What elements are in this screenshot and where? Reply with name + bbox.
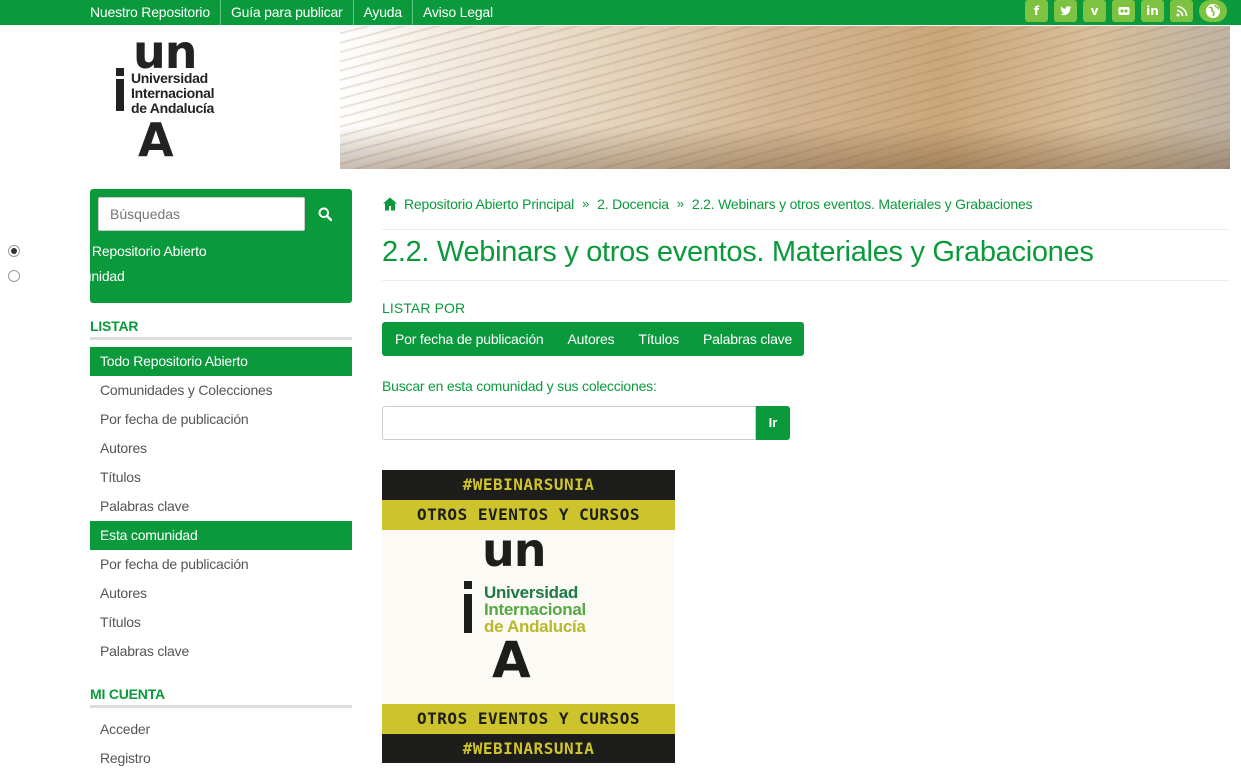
logo-line-1: Universidad bbox=[131, 70, 208, 86]
logo-line-2: Internacional bbox=[131, 85, 215, 101]
poster-band-hashtag-top: #WEBINARSUNIA bbox=[382, 470, 675, 500]
breadcrumb-separator: » bbox=[676, 196, 684, 211]
sidebar-item-esta-comunidad[interactable]: Esta comunidad bbox=[90, 521, 352, 550]
unia-logo[interactable]: un Universidad Internacional de Andalucí… bbox=[115, 25, 245, 167]
breadcrumb-item-current: 2.2. Webinars y otros eventos. Materiale… bbox=[691, 196, 1033, 212]
browse-button-group: Por fecha de publicación Autores Títulos… bbox=[382, 322, 805, 356]
breadcrumb-item-docencia[interactable]: 2. Docencia bbox=[597, 196, 669, 212]
logo-letter-a: A bbox=[138, 113, 174, 167]
logo-i-bar bbox=[116, 79, 124, 111]
poster-logo-i-dot bbox=[464, 581, 472, 589]
scope-radio-repositorio[interactable]: Buscar en Repositorio Abierto bbox=[8, 243, 207, 259]
browse-by-title-button[interactable]: Títulos bbox=[626, 322, 691, 356]
poster-band-eventos-bottom: OTROS EVENTOS Y CURSOS bbox=[382, 704, 675, 734]
scope-radio-label: Buscar en Repositorio Abierto bbox=[27, 243, 207, 259]
sidebar-item-registro[interactable]: Registro bbox=[90, 744, 352, 773]
sidebar-item-palabras-clave[interactable]: Palabras clave bbox=[90, 492, 352, 521]
scope-radio-comunidad[interactable]: Esta comunidad bbox=[8, 268, 125, 284]
scope-radio-label: Esta comunidad bbox=[27, 268, 125, 284]
sidebar-item-comunidad-autores[interactable]: Autores bbox=[90, 579, 352, 608]
search-button[interactable] bbox=[308, 197, 342, 231]
listar-por-label: LISTAR POR bbox=[382, 300, 466, 316]
poster-logo-letter-a: A bbox=[492, 631, 531, 689]
radio-button-selected[interactable] bbox=[8, 245, 20, 257]
breadcrumb-separator: » bbox=[582, 196, 590, 211]
sidebar-search-input[interactable] bbox=[98, 197, 305, 231]
browse-by-author-button[interactable]: Autores bbox=[556, 322, 627, 356]
poster-band-hashtag-bottom: #WEBINARSUNIA bbox=[382, 734, 675, 763]
poster-unia-logo: un Universidad Internacional de Andalucí… bbox=[462, 523, 662, 693]
top-nav: Nuestro Repositorio Guía para publicar A… bbox=[80, 0, 503, 25]
community-search-input[interactable] bbox=[382, 406, 756, 440]
sidebar-item-comunidad-palabras[interactable]: Palabras clave bbox=[90, 637, 352, 666]
home-icon[interactable] bbox=[382, 196, 398, 212]
sidebar-item-autores[interactable]: Autores bbox=[90, 434, 352, 463]
nav-aviso-legal[interactable]: Aviso Legal bbox=[413, 0, 503, 25]
community-search-label: Buscar en esta comunidad y sus coleccion… bbox=[382, 378, 657, 394]
top-nav-bar: Nuestro Repositorio Guía para publicar A… bbox=[0, 0, 1241, 25]
header-banner bbox=[90, 26, 1230, 169]
twitter-icon[interactable] bbox=[1054, 0, 1077, 22]
poster-logo-i-bar bbox=[464, 594, 472, 633]
rss-icon[interactable] bbox=[1170, 0, 1193, 22]
banner-shadow bbox=[340, 126, 1230, 169]
flickr-icon[interactable] bbox=[1112, 0, 1135, 22]
nav-ayuda[interactable]: Ayuda bbox=[354, 0, 413, 25]
listar-heading: LISTAR bbox=[90, 318, 352, 340]
sidebar-item-comunidades[interactable]: Comunidades y Colecciones bbox=[90, 376, 352, 405]
community-logo-image: #WEBINARSUNIA OTROS EVENTOS Y CURSOS un … bbox=[382, 470, 675, 763]
nav-nuestro-repositorio[interactable]: Nuestro Repositorio bbox=[80, 0, 221, 25]
facebook-icon[interactable]: f bbox=[1025, 0, 1048, 22]
browse-by-keyword-button[interactable]: Palabras clave bbox=[691, 322, 804, 356]
sidebar-item-fecha[interactable]: Por fecha de publicación bbox=[90, 405, 352, 434]
sidebar-item-comunidad-fecha[interactable]: Por fecha de publicación bbox=[90, 550, 352, 579]
community-search-button[interactable]: Ir bbox=[756, 406, 790, 440]
logo-i-dot bbox=[116, 68, 124, 76]
page-title: 2.2. Webinars y otros eventos. Materiale… bbox=[382, 236, 1230, 281]
browse-by-date-button[interactable]: Por fecha de publicación bbox=[382, 322, 556, 356]
vimeo-icon[interactable]: v bbox=[1083, 0, 1106, 22]
sidebar-item-todo-repositorio[interactable]: Todo Repositorio Abierto bbox=[90, 347, 352, 376]
nav-guia-publicar[interactable]: Guía para publicar bbox=[221, 0, 354, 25]
sidebar-item-comunidad-titulos[interactable]: Títulos bbox=[90, 608, 352, 637]
breadcrumb: Repositorio Abierto Principal » 2. Docen… bbox=[382, 196, 1230, 230]
radio-button[interactable] bbox=[8, 270, 20, 282]
sidebar-item-titulos[interactable]: Títulos bbox=[90, 463, 352, 492]
social-links: f v in bbox=[1025, 0, 1227, 22]
globe-icon[interactable] bbox=[1199, 0, 1227, 22]
sidebar-item-acceder[interactable]: Acceder bbox=[90, 715, 352, 744]
breadcrumb-item-repositorio[interactable]: Repositorio Abierto Principal bbox=[404, 196, 574, 212]
poster-logo-un: un bbox=[482, 523, 546, 577]
search-icon bbox=[318, 207, 333, 222]
account-heading: MI CUENTA bbox=[90, 686, 352, 708]
linkedin-icon[interactable]: in bbox=[1141, 0, 1164, 22]
